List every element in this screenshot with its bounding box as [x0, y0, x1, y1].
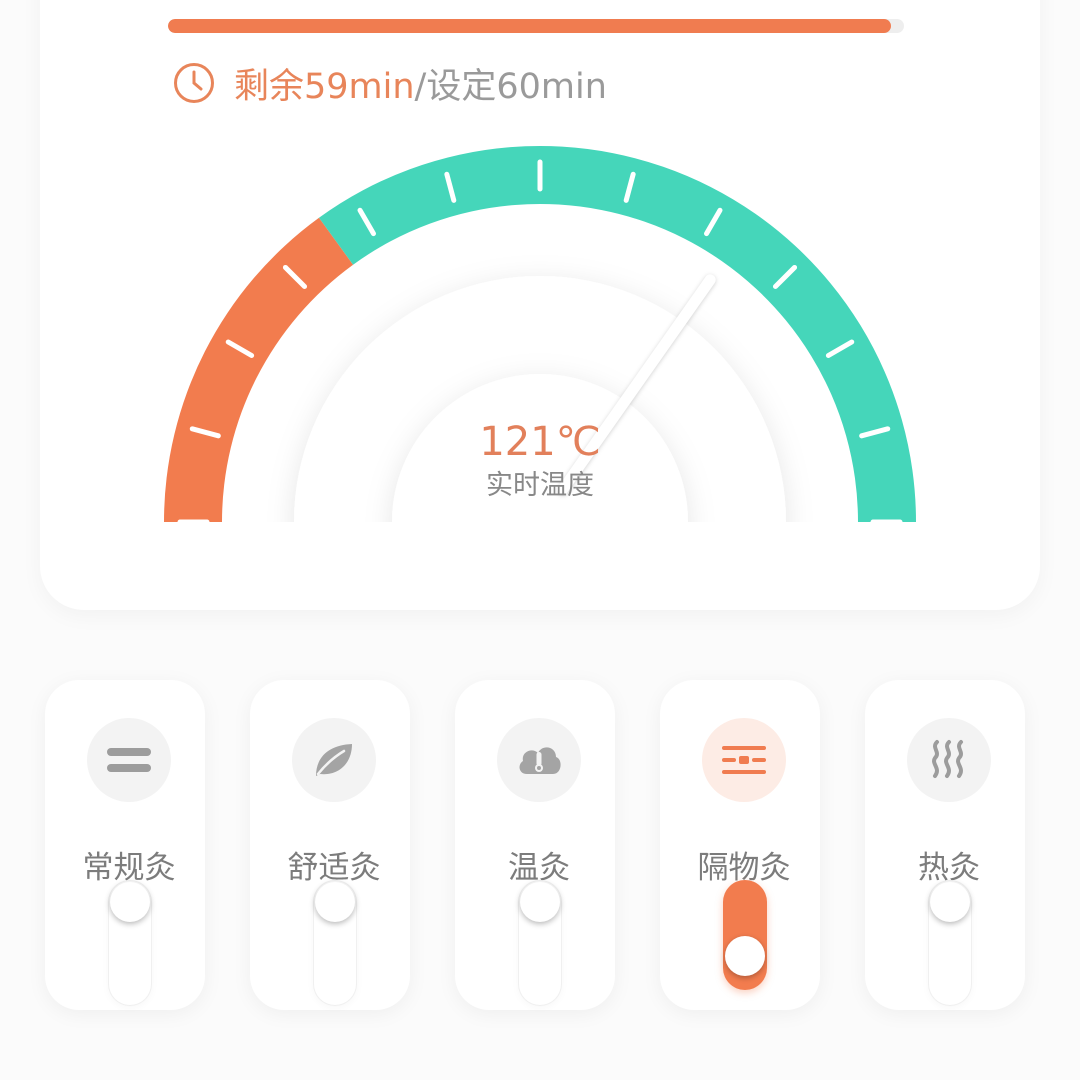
toggle-knob [520, 882, 560, 922]
temperature-gauge [164, 146, 916, 525]
moxibustion-mode-list: 常规灸 舒适灸 温灸 隔物灸 热灸 [0, 660, 1080, 1080]
mode-toggle-comfort[interactable] [313, 880, 357, 1006]
temperature-value: 121℃ [479, 419, 601, 465]
mode-card-warm[interactable]: 温灸 [455, 680, 615, 1010]
cloud-thermometer-icon [497, 718, 581, 802]
mode-toggle-regular[interactable] [108, 880, 152, 1006]
mode-card-regular[interactable]: 常规灸 [45, 680, 205, 1010]
mode-card-heat[interactable]: 热灸 [865, 680, 1025, 1010]
temperature-readout: 121℃ 实时温度 [440, 418, 640, 506]
toggle-knob [725, 936, 765, 976]
toggle-knob [110, 882, 150, 922]
mode-toggle-heat[interactable] [928, 880, 972, 1006]
steam-icon [907, 718, 991, 802]
toggle-knob [315, 882, 355, 922]
leaf-icon [292, 718, 376, 802]
mode-card-isolation[interactable]: 隔物灸 [660, 680, 820, 1010]
equals-icon [87, 718, 171, 802]
mode-toggle-warm[interactable] [518, 880, 562, 1006]
toggle-knob [930, 882, 970, 922]
mode-card-comfort[interactable]: 舒适灸 [250, 680, 410, 1010]
layered-bars-icon [702, 718, 786, 802]
temperature-label: 实时温度 [486, 470, 594, 501]
mode-toggle-isolation[interactable] [723, 880, 767, 990]
